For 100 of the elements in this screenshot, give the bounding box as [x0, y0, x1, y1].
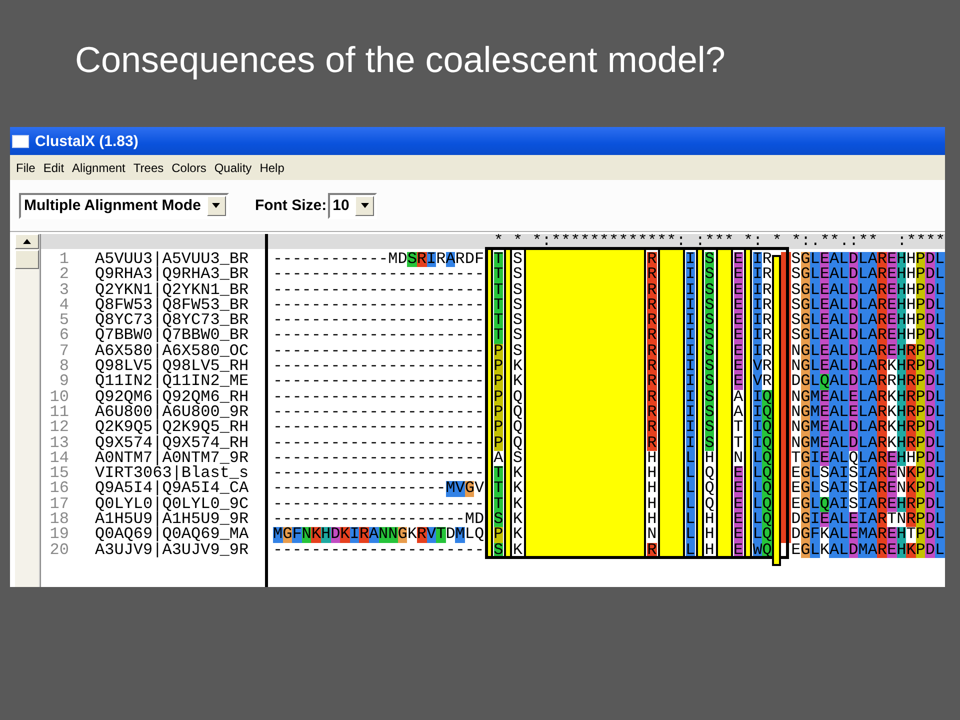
- residue: Q: [762, 496, 772, 512]
- sequence-name[interactable]: Q9X574|Q9X574_RH: [95, 436, 249, 451]
- menu-item[interactable]: Help: [256, 160, 288, 174]
- residue: E: [734, 466, 744, 482]
- residue: R: [647, 436, 657, 451]
- residue: T: [906, 527, 916, 543]
- residue: P: [916, 313, 926, 328]
- sequence-name[interactable]: Q2K9Q5|Q2K9Q5_RH: [95, 420, 249, 436]
- residue: H: [906, 450, 916, 466]
- residue: E: [820, 512, 830, 528]
- menu-item[interactable]: Edit: [39, 160, 68, 174]
- sequence-name[interactable]: Q11IN2|Q11IN2_ME: [95, 374, 249, 390]
- gap-run: --------------------: [273, 512, 465, 528]
- residue: F: [810, 527, 820, 543]
- residue: L: [858, 313, 868, 328]
- sequence-name[interactable]: Q0LYL0|Q0LYL0_9C: [95, 496, 249, 512]
- sequence-name[interactable]: A5VUU3|A5VUU3_BR: [95, 252, 249, 268]
- residue: S: [704, 344, 714, 360]
- residue: T: [494, 328, 504, 344]
- residue: Q: [762, 481, 772, 497]
- residue: Q: [512, 436, 522, 451]
- residue: G: [800, 282, 810, 298]
- sequence-name[interactable]: Q92QM6|Q92QM6_RH: [95, 390, 249, 405]
- row-number: 15: [48, 466, 69, 482]
- residue: L: [686, 512, 696, 528]
- residue: L: [858, 404, 868, 420]
- residue: L: [810, 359, 820, 374]
- residue: A: [829, 527, 840, 543]
- residue: R: [647, 390, 657, 405]
- residue: R: [877, 374, 887, 390]
- residue: R: [887, 374, 897, 390]
- residue: D: [925, 298, 935, 314]
- residue: R: [647, 252, 657, 268]
- menu-item[interactable]: Quality: [210, 160, 256, 174]
- sequence-name[interactable]: A1H5U9|A1H5U9_9R: [95, 512, 249, 528]
- residue: I: [686, 328, 696, 344]
- residue: Q: [704, 466, 714, 482]
- font-size-dropdown[interactable]: 10: [328, 192, 378, 218]
- sequence-name[interactable]: Q7BBW0|Q7BBW0_BR: [95, 328, 249, 344]
- sequence-name[interactable]: A6X580|A6X580_OC: [95, 344, 249, 360]
- residue: A: [829, 512, 840, 528]
- residue: R: [762, 359, 772, 374]
- residue: H: [647, 450, 657, 466]
- residue: A: [829, 542, 840, 558]
- residue: E: [887, 542, 897, 558]
- sequence-name[interactable]: Q8FW53|Q8FW53_BR: [95, 298, 249, 314]
- menu-item[interactable]: Trees: [129, 160, 168, 174]
- residue: E: [791, 466, 801, 482]
- residue: I: [858, 481, 868, 497]
- sequence-name[interactable]: Q0AQ69|Q0AQ69_MA: [95, 527, 249, 543]
- row-number: 14: [48, 450, 69, 466]
- sequence-name[interactable]: A0NTM7|A0NTM7_9R: [95, 450, 249, 466]
- residue: H: [896, 436, 906, 451]
- residue: G: [800, 252, 810, 268]
- residue: P: [494, 344, 504, 360]
- residue: L: [934, 359, 945, 374]
- gap-run: ----------------------: [273, 313, 484, 328]
- scrollbar-thumb[interactable]: [15, 250, 39, 269]
- residue: I: [686, 344, 696, 360]
- scroll-up-button[interactable]: [15, 234, 39, 249]
- residue: I: [752, 390, 762, 405]
- residue: H: [906, 252, 916, 268]
- residue: N: [791, 344, 801, 360]
- menu-item[interactable]: File: [12, 160, 40, 174]
- residue: A: [829, 282, 840, 298]
- sequence-name[interactable]: A6U800|A6U800_9R: [95, 404, 249, 420]
- residue: D: [925, 436, 935, 451]
- residue: Q: [762, 390, 772, 405]
- residue: L: [858, 267, 868, 283]
- sequence-name[interactable]: Q8YC73|Q8YC73_BR: [95, 313, 249, 328]
- residue: R: [877, 313, 887, 328]
- residue: S: [791, 252, 801, 268]
- residue: H: [704, 450, 714, 466]
- residue: D: [848, 252, 858, 268]
- residue: T: [494, 496, 504, 512]
- residue: L: [839, 542, 849, 558]
- residue: M: [810, 404, 820, 420]
- sequence-name[interactable]: Q2YKN1|Q2YKN1_BR: [95, 282, 249, 298]
- sequence-name[interactable]: A3UJV9|A3UJV9_9R: [95, 542, 249, 558]
- residue: G: [800, 496, 810, 512]
- residue: L: [858, 252, 868, 268]
- residue: K: [887, 359, 897, 374]
- app-icon: [12, 134, 29, 148]
- sequence-name[interactable]: Q9RHA3|Q9RHA3_BR: [95, 267, 249, 283]
- residue: K: [887, 390, 897, 405]
- sequence-name[interactable]: Q9A5I4|Q9A5I4_CA: [95, 481, 249, 497]
- residue: P: [494, 420, 504, 436]
- residue: E: [734, 252, 744, 268]
- residue: S: [791, 298, 801, 314]
- row-number: 1: [58, 252, 69, 268]
- residue: L: [686, 496, 696, 512]
- sequence-name[interactable]: VIRT3063|Blast_s: [95, 466, 249, 482]
- residue: R: [906, 404, 916, 420]
- residue: N: [791, 420, 801, 436]
- residue: A: [829, 267, 840, 283]
- sequence-name[interactable]: Q98LV5|Q98LV5_RH: [95, 359, 249, 374]
- menu-item[interactable]: Alignment: [68, 160, 130, 174]
- residue: I: [686, 420, 696, 436]
- mode-dropdown[interactable]: Multiple Alignment Mode: [19, 192, 229, 218]
- menu-item[interactable]: Colors: [168, 160, 210, 174]
